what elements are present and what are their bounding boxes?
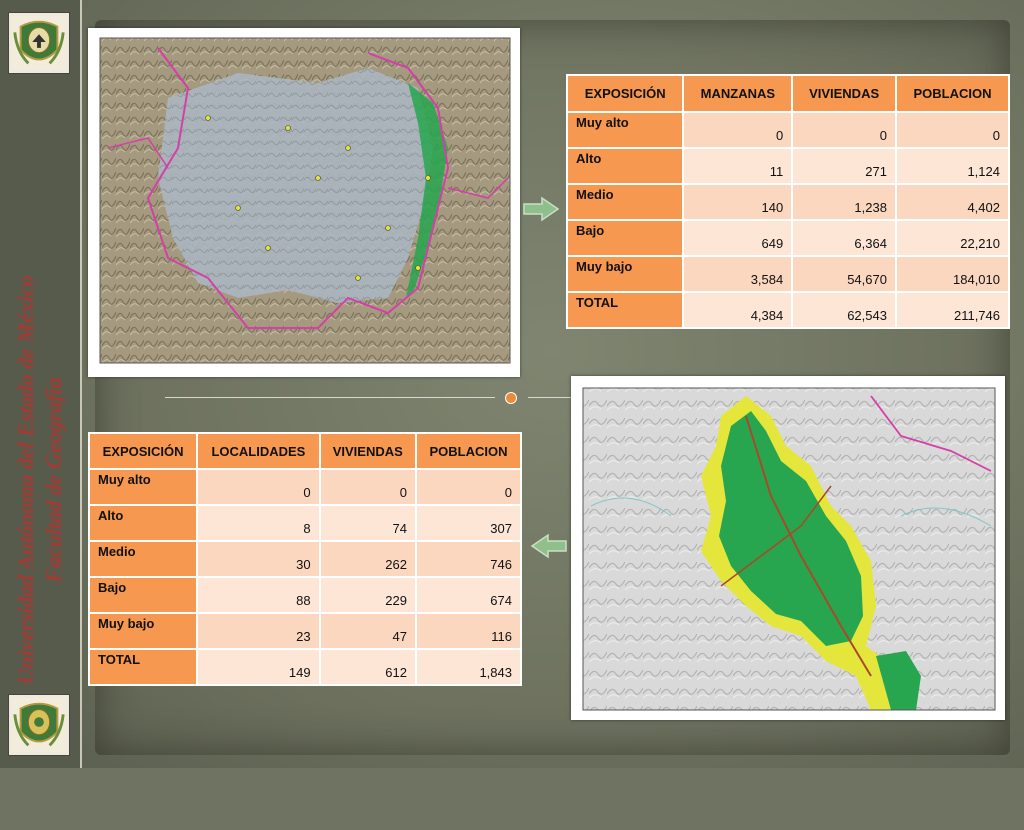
table-cell: 11 (682, 147, 794, 185)
table-row: Alto 11 271 1,124 (565, 147, 1011, 185)
table-row-total: TOTAL 149 612 1,843 (87, 648, 523, 686)
row-label: TOTAL (87, 648, 199, 686)
divider-left (165, 397, 495, 398)
row-label: TOTAL (565, 291, 685, 329)
row-label: Alto (565, 147, 685, 185)
urban-exposure-map (571, 376, 1005, 720)
table-row: Medio 30 262 746 (87, 540, 523, 578)
table-row: Muy bajo 3,584 54,670 184,010 (565, 255, 1011, 293)
table-cell: 1,124 (894, 147, 1011, 185)
table-cell: 271 (791, 147, 897, 185)
university-crest-logo-top (8, 12, 70, 74)
table-cell: 0 (791, 111, 897, 149)
table-cell: 674 (414, 576, 523, 614)
table-cell: 62,543 (791, 291, 897, 329)
table-cell: 140 (682, 183, 794, 221)
row-label: Medio (565, 183, 685, 221)
regional-exposure-map (88, 28, 520, 377)
table-cell: 649 (682, 219, 794, 257)
table-header-row: EXPOSICIÓN MANZANAS VIVIENDAS POBLACION (565, 74, 1011, 113)
table-cell: 1,843 (414, 648, 523, 686)
table-cell: 184,010 (894, 255, 1011, 293)
column-header: LOCALIDADES (196, 432, 321, 470)
table-header-row: EXPOSICIÓN LOCALIDADES VIVIENDAS POBLACI… (87, 432, 523, 470)
table-cell: 0 (318, 468, 417, 506)
table-cell: 307 (414, 504, 523, 542)
divider-dot (505, 392, 517, 404)
table-row: Muy alto 0 0 0 (87, 468, 523, 506)
column-header: VIVIENDAS (791, 74, 897, 113)
table-cell: 149 (196, 648, 321, 686)
table-cell: 22,210 (894, 219, 1011, 257)
row-label: Muy alto (87, 468, 199, 506)
divider-right (528, 397, 572, 398)
table-row: Muy bajo 23 47 116 (87, 612, 523, 650)
table-cell: 211,746 (894, 291, 1011, 329)
table-cell: 30 (196, 540, 321, 578)
row-label: Alto (87, 504, 199, 542)
table-cell: 54,670 (791, 255, 897, 293)
university-crest-logo-bottom (8, 694, 70, 756)
manzanas-exposure-table: EXPOSICIÓN MANZANAS VIVIENDAS POBLACION … (565, 74, 1011, 329)
table-row-total: TOTAL 4,384 62,543 211,746 (565, 291, 1011, 329)
row-label: Medio (87, 540, 199, 578)
table-cell: 262 (318, 540, 417, 578)
column-header: EXPOSICIÓN (565, 74, 685, 113)
localidades-exposure-table: EXPOSICIÓN LOCALIDADES VIVIENDAS POBLACI… (87, 432, 523, 686)
table-cell: 6,364 (791, 219, 897, 257)
table-cell: 74 (318, 504, 417, 542)
table-row: Bajo 88 229 674 (87, 576, 523, 614)
table-cell: 0 (196, 468, 321, 506)
column-header: EXPOSICIÓN (87, 432, 199, 470)
row-label: Muy bajo (565, 255, 685, 293)
table-cell: 8 (196, 504, 321, 542)
table-row: Alto 8 74 307 (87, 504, 523, 542)
table-row: Muy alto 0 0 0 (565, 111, 1011, 149)
table-cell: 0 (414, 468, 523, 506)
table-cell: 0 (894, 111, 1011, 149)
column-header: POBLACION (414, 432, 523, 470)
table-cell: 612 (318, 648, 417, 686)
table-cell: 88 (196, 576, 321, 614)
table-cell: 4,384 (682, 291, 794, 329)
table-cell: 0 (682, 111, 794, 149)
column-header: POBLACION (894, 74, 1011, 113)
column-header: VIVIENDAS (318, 432, 417, 470)
table-cell: 4,402 (894, 183, 1011, 221)
table-cell: 3,584 (682, 255, 794, 293)
table-cell: 116 (414, 612, 523, 650)
row-label: Muy bajo (87, 612, 199, 650)
table-cell: 229 (318, 576, 417, 614)
table-cell: 23 (196, 612, 321, 650)
table-row: Medio 140 1,238 4,402 (565, 183, 1011, 221)
arrow-right-icon (523, 196, 560, 222)
table-cell: 47 (318, 612, 417, 650)
table-cell: 1,238 (791, 183, 897, 221)
table-cell: 746 (414, 540, 523, 578)
column-header: MANZANAS (682, 74, 794, 113)
row-label: Bajo (565, 219, 685, 257)
row-label: Bajo (87, 576, 199, 614)
table-row: Bajo 649 6,364 22,210 (565, 219, 1011, 257)
sidebar: Universidad Autónoma del Estado de Méxic… (0, 0, 82, 768)
row-label: Muy alto (565, 111, 685, 149)
arrow-left-icon (530, 533, 567, 559)
